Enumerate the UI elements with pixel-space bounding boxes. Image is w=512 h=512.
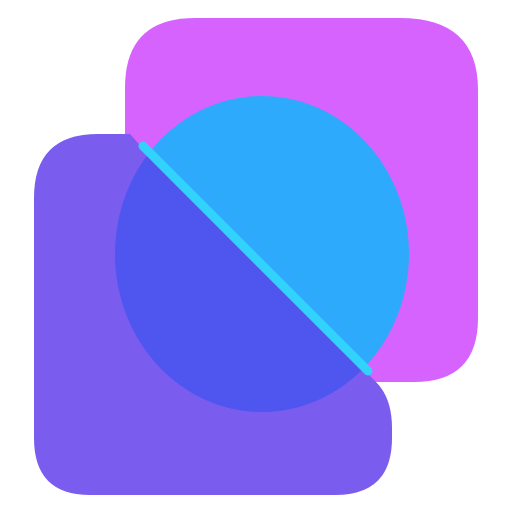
app-icon-canvas (0, 0, 512, 512)
logo-mark (34, 18, 478, 495)
